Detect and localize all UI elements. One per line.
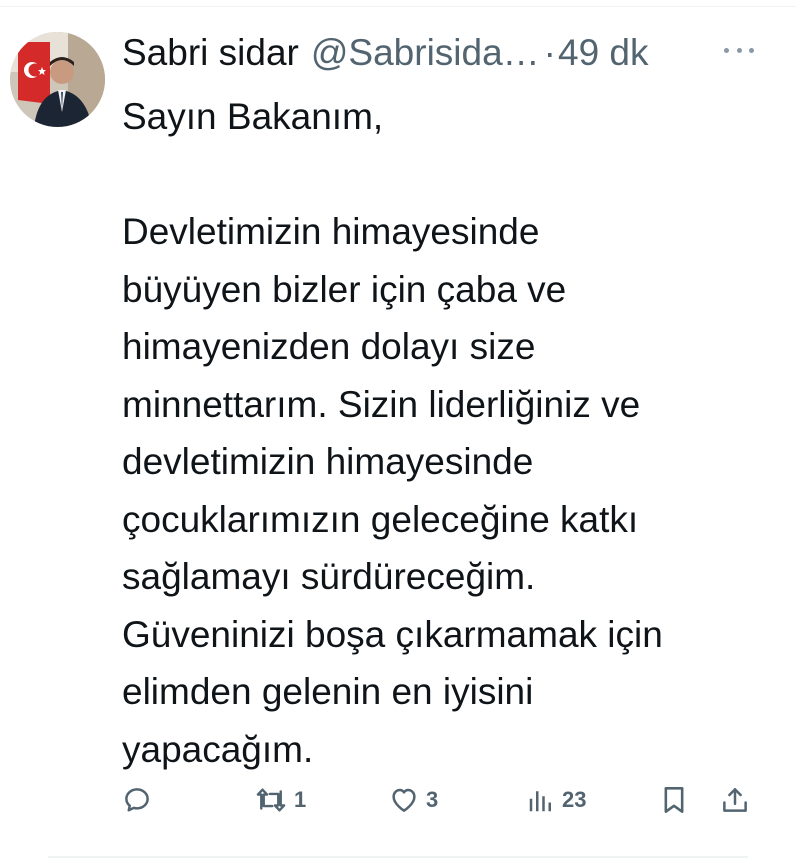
reply-icon bbox=[125, 788, 149, 812]
avatar[interactable] bbox=[10, 32, 105, 127]
more-dot bbox=[724, 47, 729, 53]
bookmark-button[interactable] bbox=[660, 778, 688, 822]
views-button[interactable]: 23 bbox=[526, 778, 586, 822]
more-options-icon[interactable] bbox=[724, 42, 754, 58]
avatar-image bbox=[10, 32, 105, 127]
separator-dot: · bbox=[543, 32, 556, 73]
retweet-count: 1 bbox=[294, 787, 307, 812]
bottom-divider bbox=[48, 856, 748, 858]
tweet-header: Sabri sidar @Sabrisida… · 49 dk bbox=[122, 30, 649, 76]
share-icon bbox=[723, 788, 747, 812]
tweet-text: Sayın Bakanım, Devletimizin himayesinde … bbox=[122, 96, 663, 770]
retweet-button[interactable]: 1 bbox=[254, 778, 306, 822]
like-count: 3 bbox=[426, 787, 439, 812]
views-count: 23 bbox=[562, 787, 587, 812]
author-name[interactable]: Sabri sidar bbox=[122, 30, 299, 76]
heart-icon bbox=[392, 788, 416, 812]
timestamp[interactable]: 49 dk bbox=[558, 30, 649, 76]
author-handle[interactable]: @Sabrisida… bbox=[311, 30, 540, 76]
more-dot bbox=[736, 47, 742, 53]
bookmark-icon bbox=[664, 787, 684, 813]
retweet-icon bbox=[256, 788, 286, 812]
action-bar: 1 3 23 bbox=[122, 778, 762, 822]
share-button[interactable] bbox=[720, 778, 750, 822]
views-chart-icon bbox=[529, 791, 551, 812]
more-dot bbox=[749, 47, 754, 53]
reply-button[interactable] bbox=[122, 778, 158, 822]
tweet[interactable]: Sabri sidar @Sabrisida… · 49 dk Sayın Ba… bbox=[0, 0, 796, 859]
like-button[interactable]: 3 bbox=[388, 778, 438, 822]
